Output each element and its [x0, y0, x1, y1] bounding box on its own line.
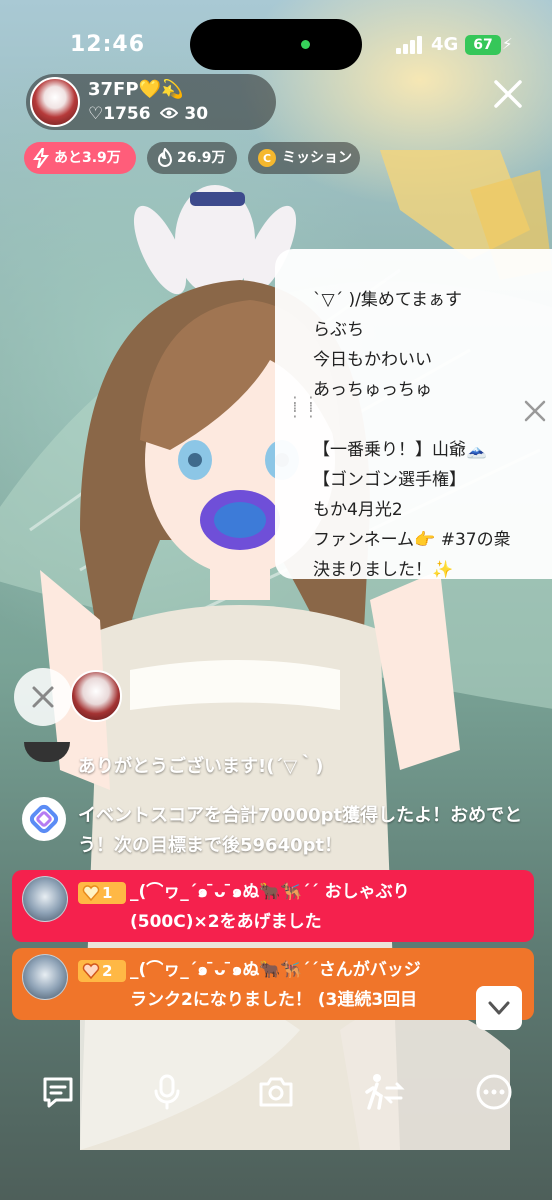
collab-icon[interactable]	[365, 1072, 405, 1112]
heart-badge-icon	[82, 963, 100, 980]
hearts-count: ♡1756	[88, 104, 151, 124]
remaining-label: あと3.9万	[54, 150, 121, 166]
profile-description: ˋ▽ˊ )/集めてまぁす らぶち 今日もかわいい あっちゅっちゅ 【一番乗り！】…	[313, 290, 511, 580]
fire-icon	[157, 148, 173, 167]
badge-text: _(⌒ヮ_´๑ ̄ᴗ ̄๑ぬ🐂🐕‍🦺ˊˊさんがバッジ ランク2になりました！ (…	[130, 955, 530, 1010]
heart-badge-icon	[82, 885, 100, 902]
streamer-avatar[interactable]	[30, 77, 80, 127]
battery-level: 67	[473, 37, 493, 53]
cellular-signal-icon	[396, 36, 422, 54]
microphone-icon[interactable]	[147, 1072, 187, 1112]
coin-icon: C	[258, 149, 276, 167]
mission-chip[interactable]: C ミッション	[248, 142, 360, 174]
badge-text-line1: _(⌒ヮ_´๑ ̄ᴗ ̄๑ぬ🐂🐕‍🦺ˊˊさんがバッジ	[130, 960, 421, 980]
gift-sender-avatar[interactable]	[70, 670, 122, 722]
svg-text:C: C	[263, 152, 271, 165]
mission-label: ミッション	[282, 150, 352, 166]
streamer-stats: ♡1756 30	[88, 104, 208, 124]
rank-number: 1	[102, 884, 113, 902]
fan-rank-badge: 1	[78, 882, 126, 904]
badge-text-line2: ランク2になりました！ (3連続3回目	[130, 990, 418, 1010]
dynamic-island	[190, 19, 362, 70]
gift-user-avatar[interactable]	[22, 876, 68, 922]
network-type: 4G	[431, 34, 459, 55]
close-stream-icon[interactable]	[490, 76, 526, 112]
gift-text-line2: (500C)×2をあげました	[130, 912, 322, 932]
badge-message[interactable]: 2 _(⌒ヮ_´๑ ̄ᴗ ̄๑ぬ🐂🐕‍🦺ˊˊさんがバッジ ランク2になりました！…	[12, 948, 534, 1020]
close-card-icon[interactable]	[523, 399, 547, 423]
gift-text: _(⌒ヮ_´๑ ̄ᴗ ̄๑ぬ🐂🐕‍🦺ˊˊ おしゃぶり (500C)×2をあげまし…	[130, 877, 530, 932]
badge-user-avatar[interactable]	[22, 954, 68, 1000]
streamer-profile-card[interactable]: ⋮⋮ ⋮⋮ ˋ▽ˊ )/集めてまぁす らぶち 今日もかわいい あっちゅっちゅ 【一…	[275, 249, 552, 580]
viewer-count: 30	[184, 104, 209, 124]
clock: 12:46	[70, 32, 146, 57]
comment-icon[interactable]	[38, 1072, 78, 1112]
ranking-remaining-chip[interactable]: あと3.9万	[24, 142, 136, 174]
streamer-info[interactable]: 37FP💛💫 ♡1756 30	[26, 74, 276, 130]
chat-message: ありがとうございます!(´▽｀)	[78, 756, 324, 777]
dismiss-gift-button[interactable]	[14, 668, 72, 726]
close-icon	[32, 686, 54, 708]
camera-icon[interactable]	[256, 1072, 296, 1112]
gift-message[interactable]: 1 _(⌒ヮ_´๑ ̄ᴗ ̄๑ぬ🐂🐕‍🦺ˊˊ おしゃぶり (500C)×2をあげ…	[12, 870, 534, 942]
system-message: イベントスコアを合計70000pt獲得したよ！おめでとう！次の目標まで後5964…	[78, 805, 523, 856]
stream-video	[0, 0, 552, 1200]
streamer-name: 37FP💛💫	[88, 79, 184, 100]
eye-icon	[160, 104, 184, 124]
event-score-icon	[22, 797, 66, 841]
gift-text-line1: _(⌒ヮ_´๑ ̄ᴗ ̄๑ぬ🐂🐕‍🦺ˊˊ おしゃぶり	[130, 882, 410, 902]
battery-icon: 67	[465, 35, 501, 55]
fire-points-chip[interactable]: 26.9万	[147, 142, 237, 174]
rank-number: 2	[102, 962, 113, 980]
fire-points-label: 26.9万	[177, 150, 226, 166]
fan-rank-badge: 2	[78, 960, 126, 982]
chevron-down-icon	[488, 1001, 510, 1015]
scroll-down-button[interactable]	[476, 986, 522, 1030]
lightning-icon	[33, 148, 49, 168]
camera-indicator-icon	[301, 40, 310, 49]
charging-icon: ⚡	[502, 35, 513, 53]
more-icon[interactable]	[474, 1072, 514, 1112]
